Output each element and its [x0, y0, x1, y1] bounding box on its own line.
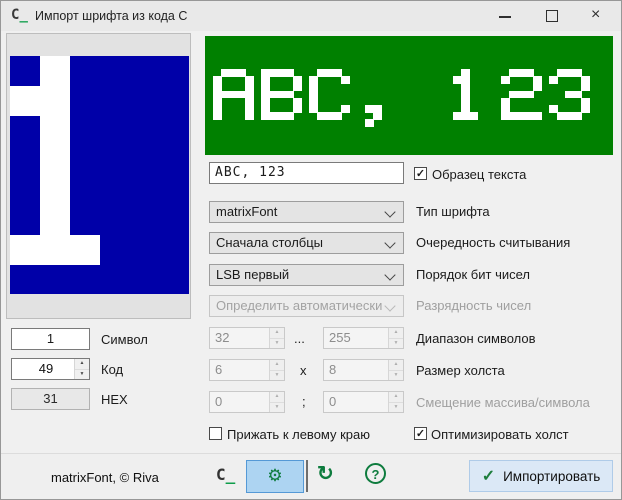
- chevron-down-icon: [384, 269, 395, 280]
- spin-buttons: ▲▼: [388, 392, 403, 412]
- import-button-label: Импортировать: [503, 469, 600, 484]
- offset-separator: ;: [302, 394, 306, 409]
- help-button[interactable]: ?: [365, 463, 386, 484]
- spin-down-icon: ▼: [389, 402, 403, 413]
- align-left-checkbox[interactable]: [209, 427, 222, 440]
- optimize-canvas-checkbox[interactable]: ✓: [414, 427, 427, 440]
- sample-text-checkbox-label: Образец текста: [432, 167, 526, 182]
- align-left-label: Прижать к левому краю: [227, 427, 370, 442]
- close-icon: ×: [591, 6, 600, 24]
- char-range-max-spinner: 255 ▲▼: [323, 327, 404, 349]
- bit-depth-value: Определить автоматически: [216, 298, 382, 313]
- maximize-button[interactable]: [536, 1, 570, 31]
- hex-label: HEX: [101, 392, 128, 407]
- chevron-down-icon: [384, 206, 395, 217]
- maximize-icon: [546, 10, 558, 22]
- title-bar: C_ Импорт шрифта из кода C ×: [1, 1, 621, 31]
- canvas-size-separator: x: [300, 363, 307, 378]
- canvas-width-value: 6: [215, 362, 222, 377]
- symbol-offset-value: 0: [329, 394, 336, 409]
- check-icon: ✓: [416, 428, 425, 440]
- spin-up-icon: ▲: [270, 360, 284, 370]
- minimize-icon: [499, 16, 511, 18]
- canvas-height-spinner: 8 ▲▼: [323, 359, 404, 381]
- array-offset-spinner: 0 ▲▼: [209, 391, 285, 413]
- spin-buttons: ▲▼: [269, 328, 284, 348]
- symbol-label: Символ: [101, 332, 148, 347]
- app-logo: C_: [216, 465, 235, 484]
- spin-down-icon[interactable]: ▼: [75, 369, 89, 380]
- char-range-max-value: 255: [329, 330, 351, 345]
- check-icon: ✓: [482, 466, 495, 486]
- spin-down-icon: ▼: [389, 370, 403, 381]
- glyph-panel: [6, 33, 191, 319]
- code-value: 49: [39, 361, 53, 376]
- settings-button[interactable]: ⚙: [246, 460, 304, 493]
- spin-buttons: ▲▼: [388, 328, 403, 348]
- sample-text-checkbox[interactable]: ✓: [414, 167, 427, 180]
- canvas-height-value: 8: [329, 362, 336, 377]
- bit-order-label: Порядок бит чисел: [416, 267, 530, 282]
- spin-down-icon: ▼: [270, 370, 284, 381]
- preview-canvas: [205, 36, 613, 155]
- code-label: Код: [101, 362, 123, 377]
- chevron-down-icon: [384, 300, 395, 311]
- symbol-input[interactable]: 1: [11, 328, 90, 350]
- toolbar-divider: [306, 460, 308, 492]
- char-range-label: Диапазон символов: [416, 331, 536, 346]
- read-order-value: Сначала столбцы: [216, 235, 323, 250]
- symbol-offset-spinner: 0 ▲▼: [323, 391, 404, 413]
- bit-depth-combobox: Определить автоматически: [209, 295, 404, 317]
- spin-down-icon: ▼: [270, 338, 284, 349]
- array-offset-value: 0: [215, 394, 222, 409]
- code-spinner[interactable]: 49 ▲▼: [11, 358, 90, 380]
- read-order-combobox[interactable]: Сначала столбцы: [209, 232, 404, 254]
- char-range-min-spinner: 32 ▲▼: [209, 327, 285, 349]
- code-spin-buttons[interactable]: ▲▼: [74, 359, 89, 379]
- spin-buttons: ▲▼: [269, 392, 284, 412]
- spin-buttons: ▲▼: [269, 360, 284, 380]
- char-range-separator: ...: [294, 331, 305, 346]
- refresh-button[interactable]: ↻: [317, 461, 334, 486]
- font-type-label: Тип шрифта: [416, 204, 490, 219]
- spin-up-icon[interactable]: ▲: [75, 359, 89, 369]
- spin-buttons: ▲▼: [388, 360, 403, 380]
- spin-up-icon: ▲: [270, 392, 284, 402]
- minimize-button[interactable]: [489, 1, 523, 31]
- sample-text-input[interactable]: ABC, 123: [209, 162, 404, 184]
- spin-up-icon: ▲: [389, 360, 403, 370]
- refresh-icon: ↻: [317, 463, 334, 485]
- help-icon: ?: [372, 467, 380, 482]
- bit-order-value: LSB первый: [216, 267, 289, 282]
- close-button[interactable]: ×: [582, 1, 616, 31]
- optimize-canvas-label: Оптимизировать холст: [431, 427, 569, 442]
- import-font-dialog: C_ Импорт шрифта из кода C × 1 Символ 49…: [0, 0, 622, 500]
- glyph-canvas[interactable]: [10, 56, 189, 294]
- footer-bar: matrixFont, © Riva C_ ⚙ ↻ ? ✓ Импортиров…: [1, 453, 621, 500]
- canvas-width-spinner: 6 ▲▼: [209, 359, 285, 381]
- char-range-min-value: 32: [215, 330, 229, 345]
- spin-down-icon: ▼: [389, 338, 403, 349]
- window-title: Импорт шрифта из кода C: [35, 9, 187, 23]
- hex-readout: 31: [11, 388, 90, 410]
- check-icon: ✓: [416, 168, 425, 180]
- font-type-value: matrixFont: [216, 204, 277, 219]
- spin-up-icon: ▲: [389, 328, 403, 338]
- chevron-down-icon: [384, 237, 395, 248]
- import-button[interactable]: ✓ Импортировать: [469, 460, 613, 492]
- spin-up-icon: ▲: [389, 392, 403, 402]
- bit-order-combobox[interactable]: LSB первый: [209, 264, 404, 286]
- gear-icon: ⚙: [267, 466, 282, 485]
- app-icon: C_: [11, 7, 28, 23]
- bit-depth-label: Разрядность чисел: [416, 298, 531, 313]
- read-order-label: Очередность считывания: [416, 235, 570, 250]
- offset-label: Смещение массива/символа: [416, 395, 590, 410]
- canvas-size-label: Размер холста: [416, 363, 505, 378]
- font-credit: matrixFont, © Riva: [51, 470, 159, 485]
- font-type-combobox[interactable]: matrixFont: [209, 201, 404, 223]
- spin-up-icon: ▲: [270, 328, 284, 338]
- spin-down-icon: ▼: [270, 402, 284, 413]
